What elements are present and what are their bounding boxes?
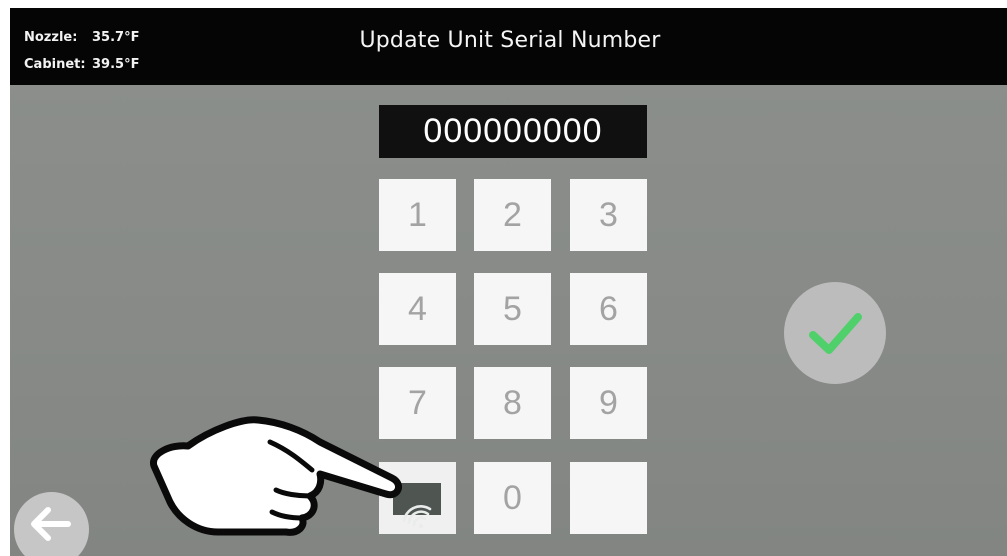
back-button[interactable] (14, 492, 89, 556)
nozzle-temp-value: 35.7°F (92, 30, 140, 45)
key-4[interactable]: 4 (379, 273, 456, 345)
key-2[interactable]: 2 (474, 179, 551, 251)
key-8[interactable]: 8 (474, 367, 551, 439)
page-title: Update Unit Serial Number (359, 28, 661, 53)
header-bar: Nozzle: 35.7°F Cabinet: 39.5°F Update Unit… (10, 8, 1007, 85)
blank-key[interactable] (570, 462, 647, 534)
key-1[interactable]: 1 (379, 179, 456, 251)
cabinet-temp-label: Cabinet: (24, 57, 86, 72)
nozzle-temp-label: Nozzle: (24, 30, 78, 45)
key-9[interactable]: 9 (570, 367, 647, 439)
nozzle-temp-row: Nozzle: 35.7°F (24, 24, 139, 51)
temperature-readout: Nozzle: 35.7°F Cabinet: 39.5°F (24, 24, 139, 78)
key-5[interactable]: 5 (474, 273, 551, 345)
confirm-button[interactable] (784, 282, 886, 384)
cabinet-temp-value: 39.5°F (92, 57, 140, 72)
check-icon (809, 313, 862, 354)
key-0[interactable]: 0 (474, 462, 551, 534)
serial-number-display: 000000000 (379, 105, 647, 158)
cabinet-temp-row: Cabinet: 39.5°F (24, 51, 139, 78)
arrow-left-icon (31, 507, 71, 541)
key-3[interactable]: 3 (570, 179, 647, 251)
device-screen: Nozzle: 35.7°F Cabinet: 39.5°F Update Unit… (10, 8, 1007, 556)
pointing-hand-icon (150, 416, 402, 536)
key-6[interactable]: 6 (570, 273, 647, 345)
